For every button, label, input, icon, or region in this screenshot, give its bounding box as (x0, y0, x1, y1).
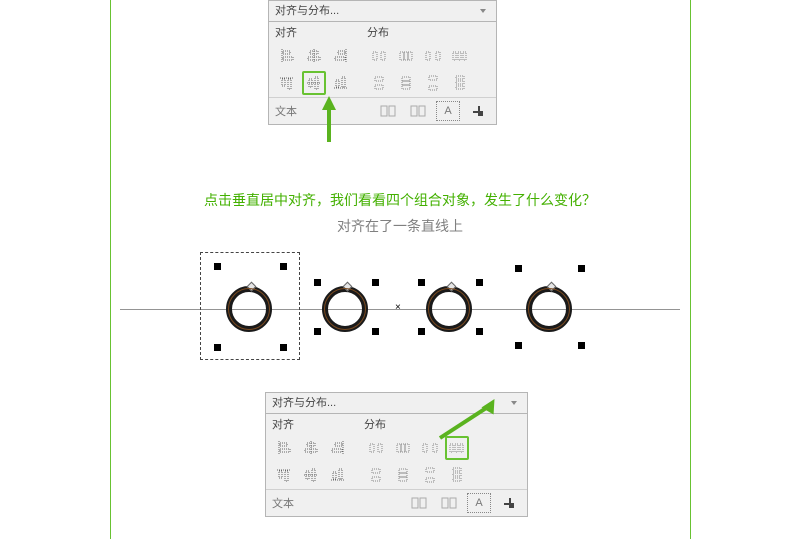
selection-handle[interactable] (280, 263, 287, 270)
dist-right-icon[interactable] (418, 436, 442, 460)
align-center-h-icon[interactable] (302, 44, 326, 68)
footer-text-label: 文本 (275, 103, 297, 119)
footer-outline-b-icon[interactable] (406, 101, 430, 121)
align-center-v-icon[interactable] (299, 463, 323, 487)
ring-object-1[interactable] (226, 286, 272, 332)
dist-left-icon[interactable] (364, 436, 388, 460)
selection-handle[interactable] (476, 279, 483, 286)
node-handle[interactable] (447, 282, 457, 292)
selection-handle[interactable] (578, 265, 585, 272)
dist-spacing-v-icon[interactable] (448, 71, 472, 95)
dist-center-v-icon[interactable] (391, 463, 415, 487)
align-bottom-icon[interactable] (329, 71, 353, 95)
caption-line-2: 对齐在了一条直线上 (0, 216, 800, 236)
selection-handle[interactable] (214, 344, 221, 351)
dist-bottom-icon[interactable] (421, 71, 445, 95)
ring-object-2[interactable] (322, 286, 368, 332)
node-handle[interactable] (547, 282, 557, 292)
selection-handle[interactable] (314, 279, 321, 286)
align-left-icon[interactable] (275, 44, 299, 68)
footer-text-A-icon[interactable]: A (467, 493, 491, 513)
panel-footer: 文本 A (269, 97, 496, 124)
footer-outline-a-icon[interactable] (376, 101, 400, 121)
dist-top-icon[interactable] (367, 71, 391, 95)
caption-line-1: 点击垂直居中对齐，我们看看四个组合对象，发生了什么变化？ (0, 190, 800, 210)
align-right-icon[interactable] (326, 436, 350, 460)
dist-left-icon[interactable] (367, 44, 391, 68)
panel-footer: 文本 A (266, 489, 527, 516)
selection-handle[interactable] (372, 279, 379, 286)
align-left-icon[interactable] (272, 436, 296, 460)
selection-handle[interactable] (578, 342, 585, 349)
selection-handle[interactable] (515, 342, 522, 349)
panel-title-text: 对齐与分布... (272, 393, 336, 413)
selection-handle[interactable] (314, 328, 321, 335)
highlight-arrow-1 (322, 96, 342, 142)
dist-spacing-h-icon[interactable] (448, 44, 472, 68)
align-group-label: 对齐 (275, 26, 353, 40)
panel-title-text: 对齐与分布... (275, 1, 339, 21)
align-group: 对齐 (272, 418, 350, 487)
selection-handle[interactable] (214, 263, 221, 270)
content-border-left (110, 0, 111, 539)
align-group: 对齐 (275, 26, 353, 95)
footer-text-label: 文本 (272, 495, 294, 511)
selection-handle[interactable] (515, 265, 522, 272)
dist-spacing-v-icon[interactable] (445, 463, 469, 487)
footer-outline-b-icon[interactable] (437, 493, 461, 513)
dist-top-icon[interactable] (364, 463, 388, 487)
dist-center-v-icon[interactable] (394, 71, 418, 95)
align-panel-1: 对齐与分布... 对齐 分布 (268, 0, 497, 125)
ring-object-3[interactable] (426, 286, 472, 332)
dist-center-h-icon[interactable] (391, 436, 415, 460)
selection-handle[interactable] (476, 328, 483, 335)
node-handle[interactable] (343, 282, 353, 292)
align-right-icon[interactable] (329, 44, 353, 68)
content-border-right (690, 0, 691, 539)
dist-right-icon[interactable] (421, 44, 445, 68)
selection-handle[interactable] (418, 328, 425, 335)
align-group-label: 对齐 (272, 418, 350, 432)
selection-center-mark: × (395, 302, 401, 313)
ring-object-4[interactable] (526, 286, 572, 332)
footer-corner-icon[interactable] (466, 101, 490, 121)
align-top-icon[interactable] (272, 463, 296, 487)
footer-corner-icon[interactable] (497, 493, 521, 513)
dist-center-h-icon[interactable] (394, 44, 418, 68)
selection-handle[interactable] (280, 344, 287, 351)
align-top-icon[interactable] (275, 71, 299, 95)
alignment-result-diagram: × (120, 260, 680, 380)
panel-titlebar[interactable]: 对齐与分布... (269, 1, 496, 22)
align-center-v-icon[interactable] (302, 71, 326, 95)
panel-flyout-icon[interactable] (476, 4, 490, 18)
selection-handle[interactable] (372, 328, 379, 335)
distribute-group-label: 分布 (367, 26, 472, 40)
footer-text-A-icon[interactable]: A (436, 101, 460, 121)
footer-outline-a-icon[interactable] (407, 493, 431, 513)
dist-bottom-icon[interactable] (418, 463, 442, 487)
distribute-group: 分布 (367, 26, 472, 95)
highlight-arrow-2 (440, 396, 510, 452)
align-center-h-icon[interactable] (299, 436, 323, 460)
align-bottom-icon[interactable] (326, 463, 350, 487)
selection-handle[interactable] (418, 279, 425, 286)
